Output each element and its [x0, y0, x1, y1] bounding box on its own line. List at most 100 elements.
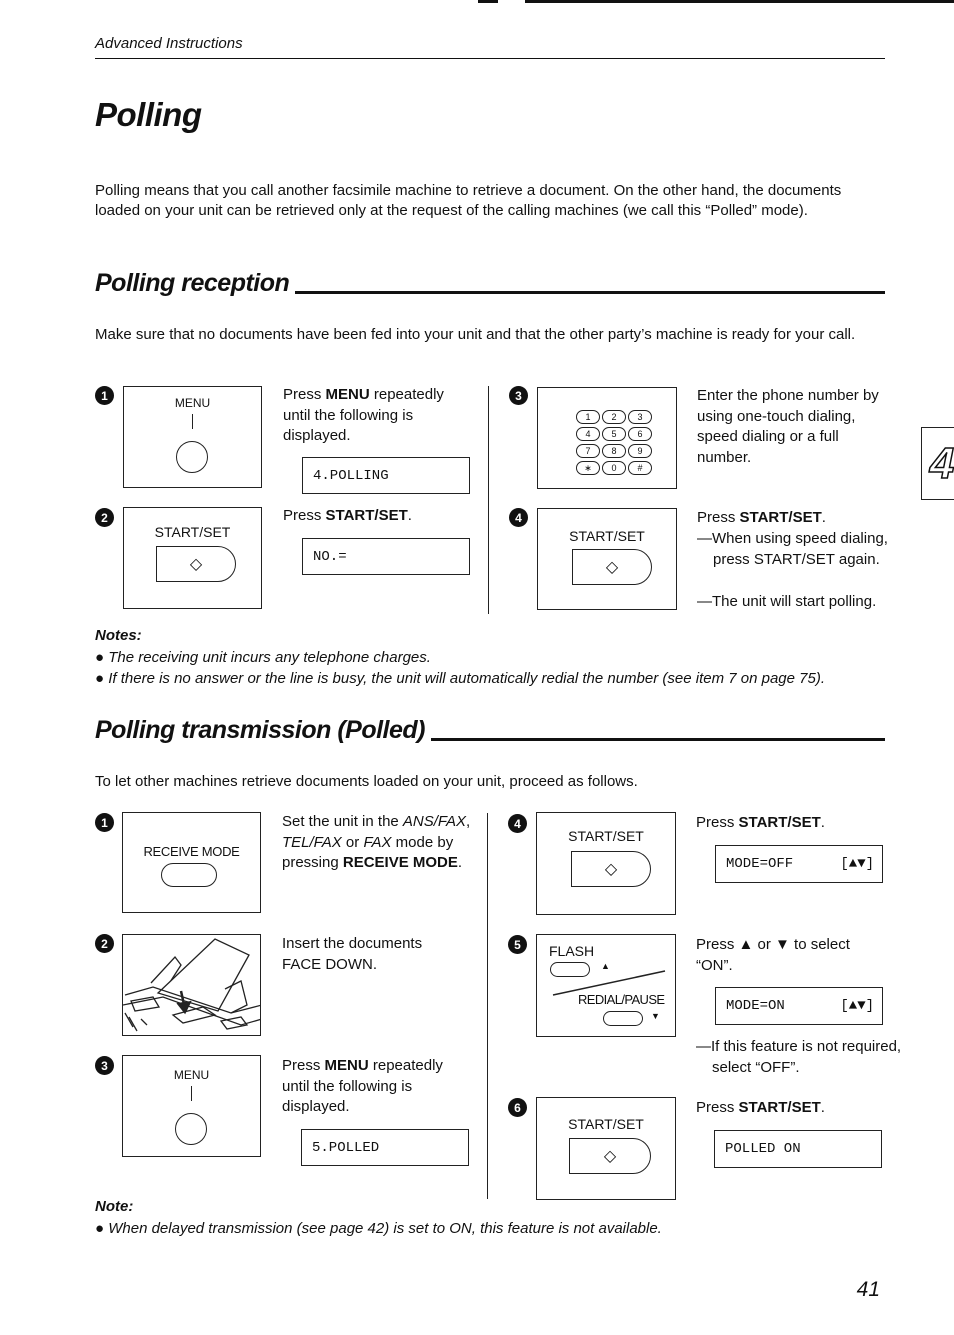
text: Press: [696, 814, 739, 831]
keypad-key[interactable]: 5: [602, 427, 626, 441]
top-edge-mark: [478, 0, 498, 3]
mode-name: ANS/FAX: [402, 813, 466, 830]
step-number-2: 2: [95, 508, 114, 527]
chapter-tab: 4: [921, 427, 954, 500]
page-number: 41: [856, 1278, 880, 1301]
keypad-panel: 1 2 3 4 5 6 7 8 9 ∗ 0 #: [537, 387, 677, 489]
keypad-key[interactable]: 6: [628, 427, 652, 441]
start-icon: ◇: [604, 861, 618, 878]
keypad-key[interactable]: 1: [576, 410, 600, 424]
menu-button[interactable]: [176, 441, 208, 473]
keypad-key[interactable]: 3: [628, 410, 652, 424]
key-name: MENU: [325, 386, 370, 403]
text: Press: [696, 1099, 739, 1116]
lcd-arrows: [▲▼]: [840, 856, 874, 872]
start-set-button[interactable]: ◇: [572, 549, 652, 585]
bullet: ●: [95, 670, 109, 687]
instruction-text: Press MENU repeatedly until the followin…: [282, 1056, 472, 1118]
start-set-button[interactable]: ◇: [569, 1138, 651, 1174]
note-item: ● If there is no answer or the line is b…: [95, 669, 845, 689]
step-number-1: 1: [95, 386, 114, 405]
start-icon: ◇: [603, 1148, 617, 1165]
key-name: RECEIVE MODE: [342, 854, 458, 871]
receive-mode-label: RECEIVE MODE: [143, 844, 240, 859]
instruction-text: Press START/SET.: [696, 1098, 886, 1119]
reception-intro: Make sure that no documents have been fe…: [95, 326, 856, 343]
section-heading-reception: Polling reception: [95, 269, 885, 298]
start-set-label: START/SET: [154, 524, 231, 540]
text: .: [820, 814, 825, 831]
step-number-6: 6: [508, 1098, 527, 1117]
fax-illustration-icon: [123, 938, 260, 1032]
step-number-4: 4: [509, 508, 528, 527]
keypad-key[interactable]: ∗: [576, 461, 600, 475]
key-name: START/SET: [739, 509, 822, 526]
start-set-label: START/SET: [568, 828, 644, 844]
text: Set the unit in the: [282, 813, 403, 830]
instruction-text: Press ▲ or ▼ to select “ON”.: [696, 936, 850, 974]
start-set-button-panel: START/SET ◇: [536, 1097, 676, 1200]
keypad-key[interactable]: #: [628, 461, 652, 475]
keypad-key[interactable]: 7: [576, 444, 600, 458]
menu-button-panel: MENU: [122, 1055, 261, 1157]
bullet: ●: [95, 649, 109, 666]
instruction-text: Press START/SET.: [696, 813, 886, 834]
text: .: [407, 507, 412, 524]
instruction-text: Insert the documents FACE DOWN.: [282, 935, 423, 973]
keypad-key[interactable]: 4: [576, 427, 600, 441]
key-name: START/SET: [325, 507, 408, 524]
menu-label: MENU: [173, 1068, 210, 1082]
keypad-key[interactable]: 9: [628, 444, 652, 458]
start-set-label: START/SET: [569, 528, 645, 544]
mode-name: TEL/FAX: [282, 833, 342, 851]
start-set-button[interactable]: ◇: [156, 546, 236, 582]
start-set-button-panel: START/SET ◇: [537, 508, 677, 610]
section-title: Polling reception: [95, 269, 290, 297]
receive-mode-button-panel: RECEIVE MODE: [122, 812, 261, 913]
sub-instruction: —When using speed dialing, press START/S…: [697, 530, 888, 568]
redial-pause-label: REDIAL/PAUSE: [578, 992, 665, 1007]
lcd-display: 5.POLLED: [301, 1129, 469, 1166]
start-icon: ◇: [605, 559, 619, 576]
instruction-text: Set the unit in the ANS/FAX, TEL/FAX or …: [282, 812, 472, 874]
lcd-display: MODE=OFF [▲▼]: [715, 845, 883, 883]
top-edge-rule: [525, 0, 954, 3]
heading-rule: [430, 738, 885, 741]
text: Press: [283, 507, 326, 524]
note-title: Note:: [95, 1198, 134, 1215]
step-number-3: 3: [509, 386, 528, 405]
menu-button-panel: MENU: [123, 386, 262, 488]
menu-button[interactable]: [175, 1113, 207, 1145]
keypad-key[interactable]: 0: [602, 461, 626, 475]
keypad-key[interactable]: 8: [602, 444, 626, 458]
menu-label: MENU: [174, 396, 211, 410]
text: ,: [466, 813, 471, 830]
start-set-button[interactable]: ◇: [571, 851, 651, 887]
redial-pause-button[interactable]: [603, 1011, 643, 1026]
key-name: START/SET: [738, 1099, 821, 1116]
note-text: When delayed transmission (see page 42) …: [108, 1220, 662, 1237]
section-heading-transmission: Polling transmission (Polled): [95, 716, 885, 745]
chapter-number: 4: [929, 438, 954, 489]
step-number-4: 4: [508, 814, 527, 833]
step-number-1: 1: [95, 813, 114, 832]
lcd-arrows: [▲▼]: [840, 998, 874, 1014]
keypad-key[interactable]: 2: [602, 410, 626, 424]
indicator-line: [191, 1086, 192, 1101]
lcd-display: NO.=: [302, 538, 470, 575]
step-number-5: 5: [508, 935, 527, 954]
sub-instruction: —If this feature is not required, select…: [696, 1038, 902, 1076]
instruction-text: Press START/SET.: [283, 506, 473, 527]
instruction-text: Enter the phone number by using one-touc…: [697, 387, 879, 466]
key-name: START/SET: [738, 814, 821, 831]
heading-rule: [295, 291, 885, 294]
start-set-button-panel: START/SET ◇: [123, 507, 262, 609]
start-set-label: START/SET: [568, 1116, 644, 1132]
receive-mode-button[interactable]: [161, 863, 217, 887]
note-item: ● The receiving unit incurs any telephon…: [95, 648, 875, 668]
text: or: [341, 833, 364, 851]
bullet: ●: [95, 1220, 109, 1237]
step-number-3: 3: [95, 1056, 114, 1075]
running-head: Advanced Instructions: [95, 35, 243, 52]
text: .: [820, 1099, 825, 1116]
